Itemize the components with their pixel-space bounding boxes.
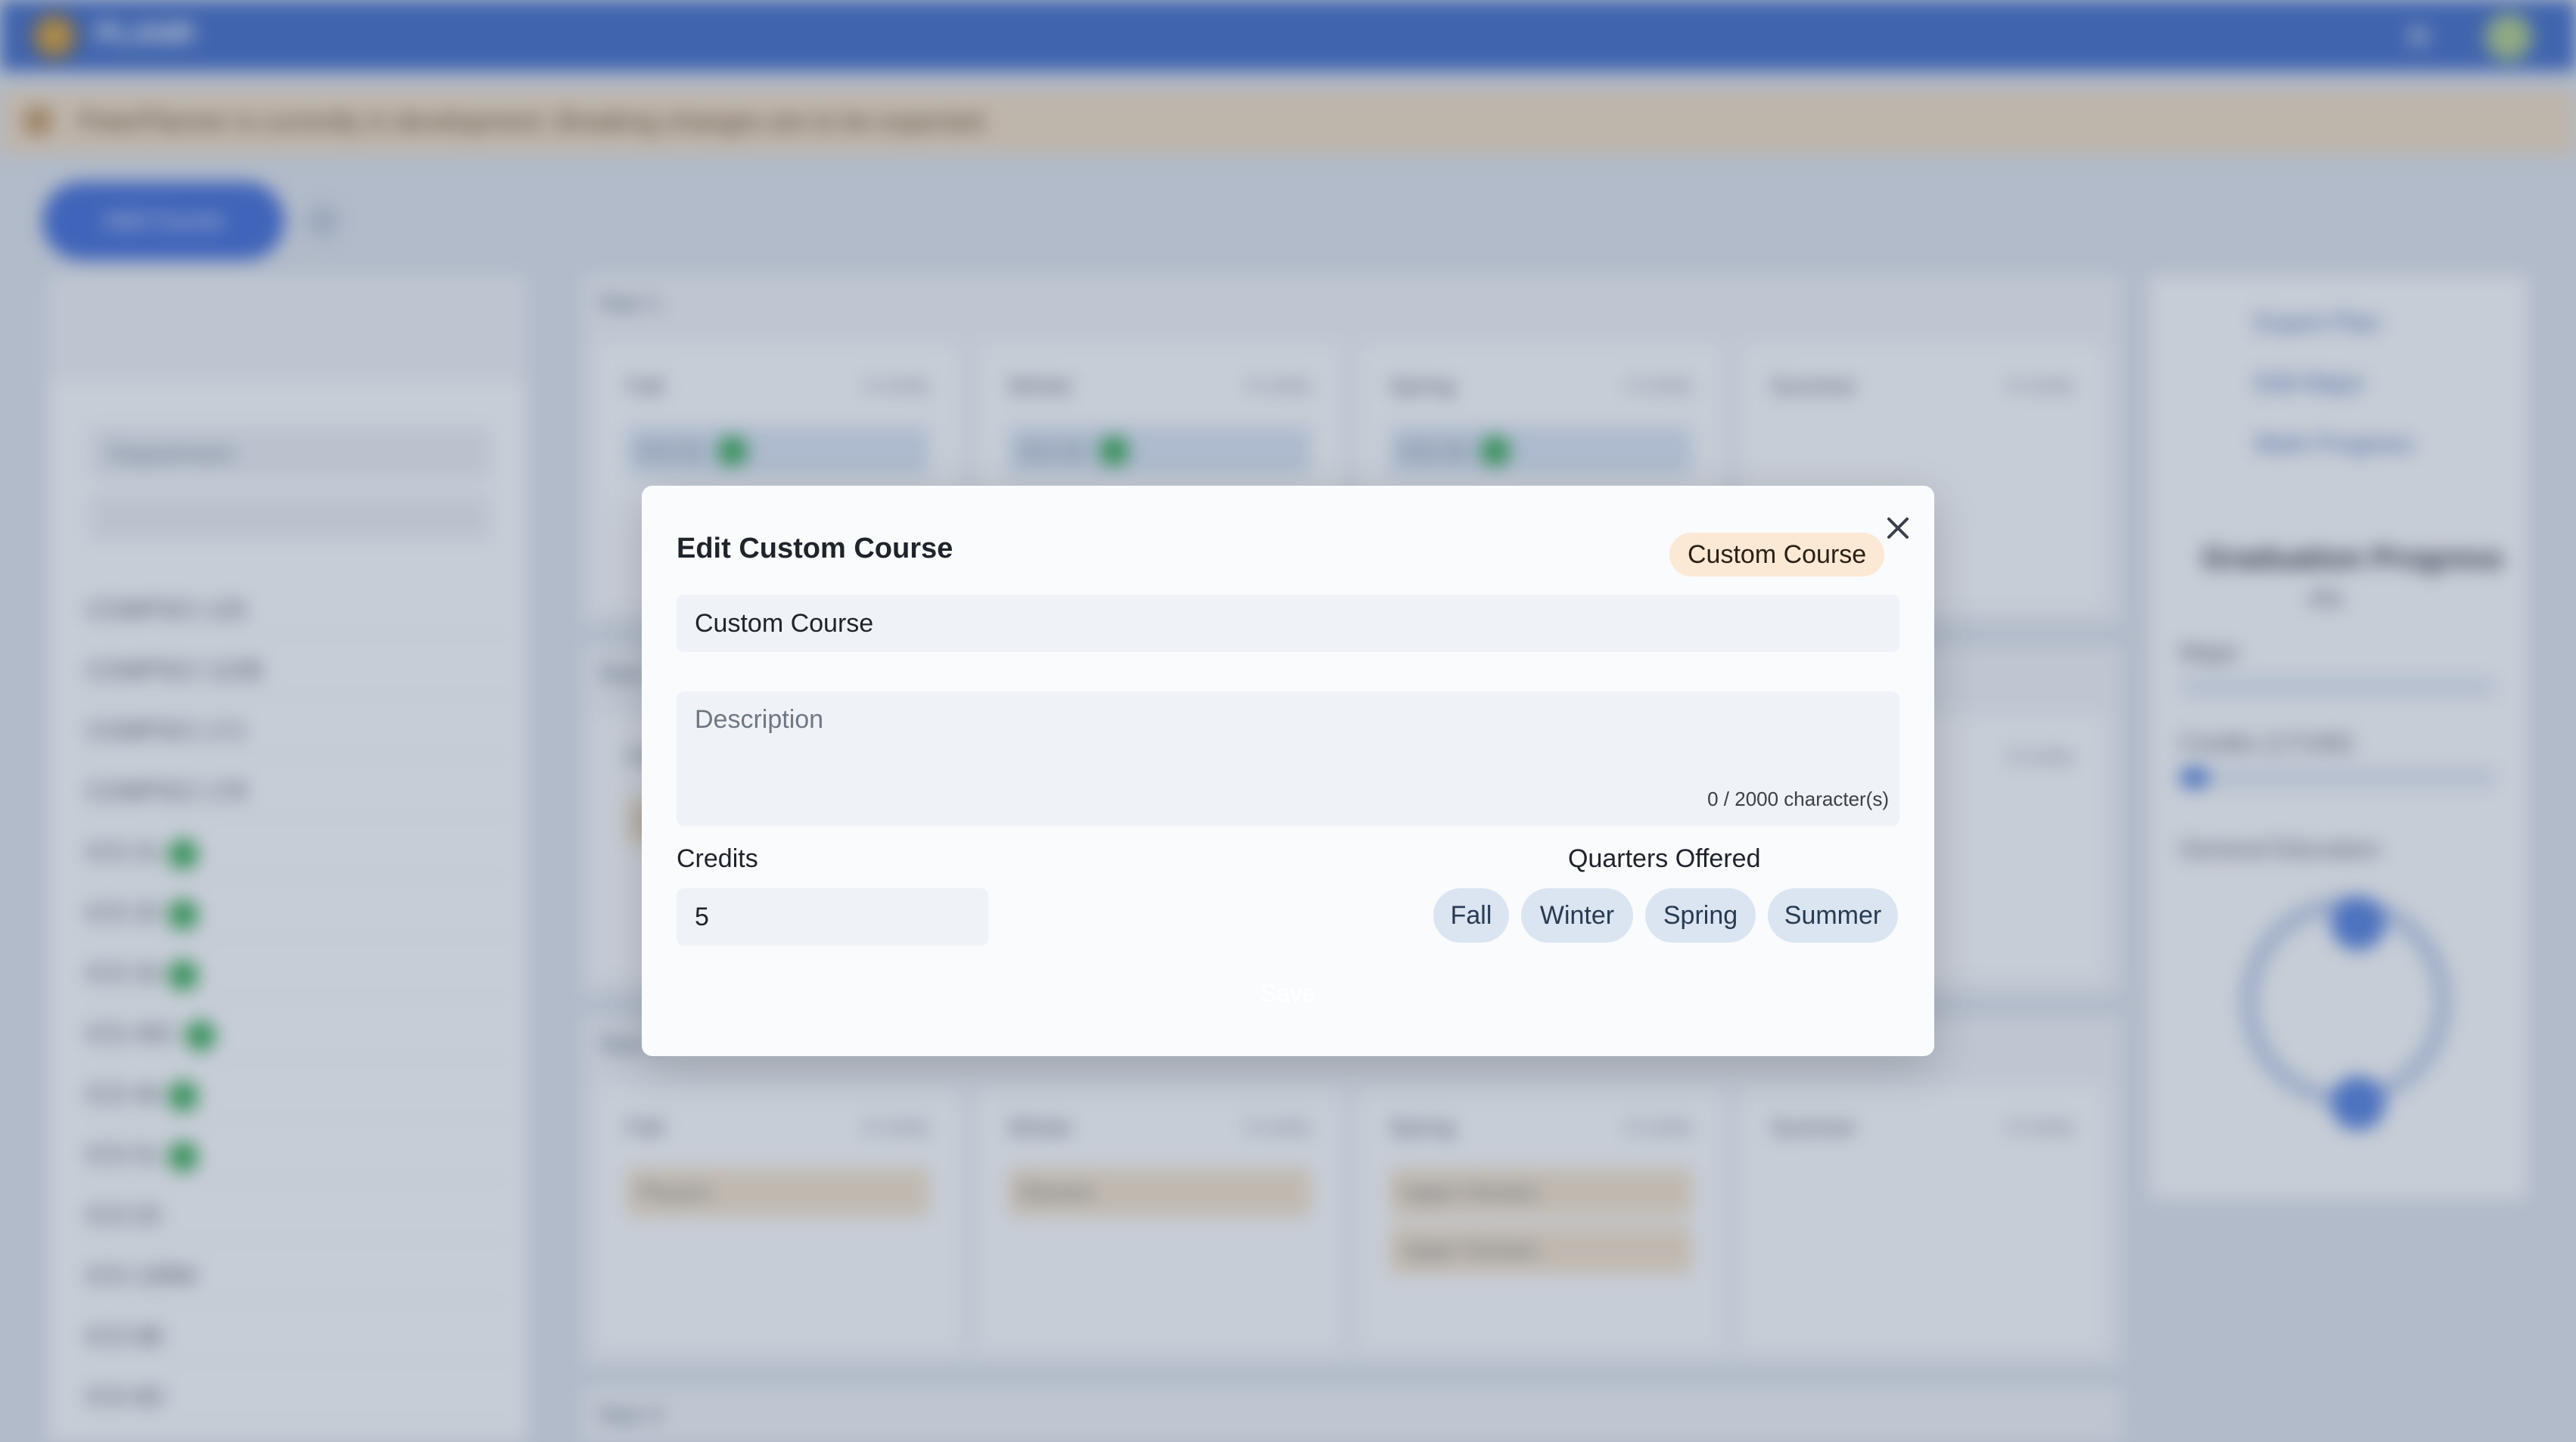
quarter-chip-fall[interactable]: Fall bbox=[1433, 888, 1509, 943]
modal-title: Edit Custom Course bbox=[677, 533, 954, 564]
description-field: 0 / 2000 character(s) bbox=[677, 691, 1899, 826]
close-icon[interactable] bbox=[1878, 508, 1918, 548]
quarters-offered-label: Quarters Offered bbox=[1568, 844, 1761, 873]
course-name-input[interactable] bbox=[677, 595, 1899, 652]
credits-label: Credits bbox=[677, 844, 758, 873]
credits-input[interactable] bbox=[677, 888, 988, 946]
quarter-chip-winter[interactable]: Winter bbox=[1521, 888, 1633, 943]
description-textarea[interactable] bbox=[677, 691, 1899, 797]
edit-course-modal: Edit Custom Course Custom Course 0 / 200… bbox=[642, 486, 1934, 1056]
quarter-chip-spring[interactable]: Spring bbox=[1645, 888, 1756, 943]
custom-course-badge: Custom Course bbox=[1669, 533, 1885, 576]
save-button[interactable]: Save bbox=[1212, 970, 1364, 1015]
quarter-chip-summer[interactable]: Summer bbox=[1768, 888, 1898, 943]
character-counter: 0 / 2000 character(s) bbox=[1707, 788, 1889, 810]
